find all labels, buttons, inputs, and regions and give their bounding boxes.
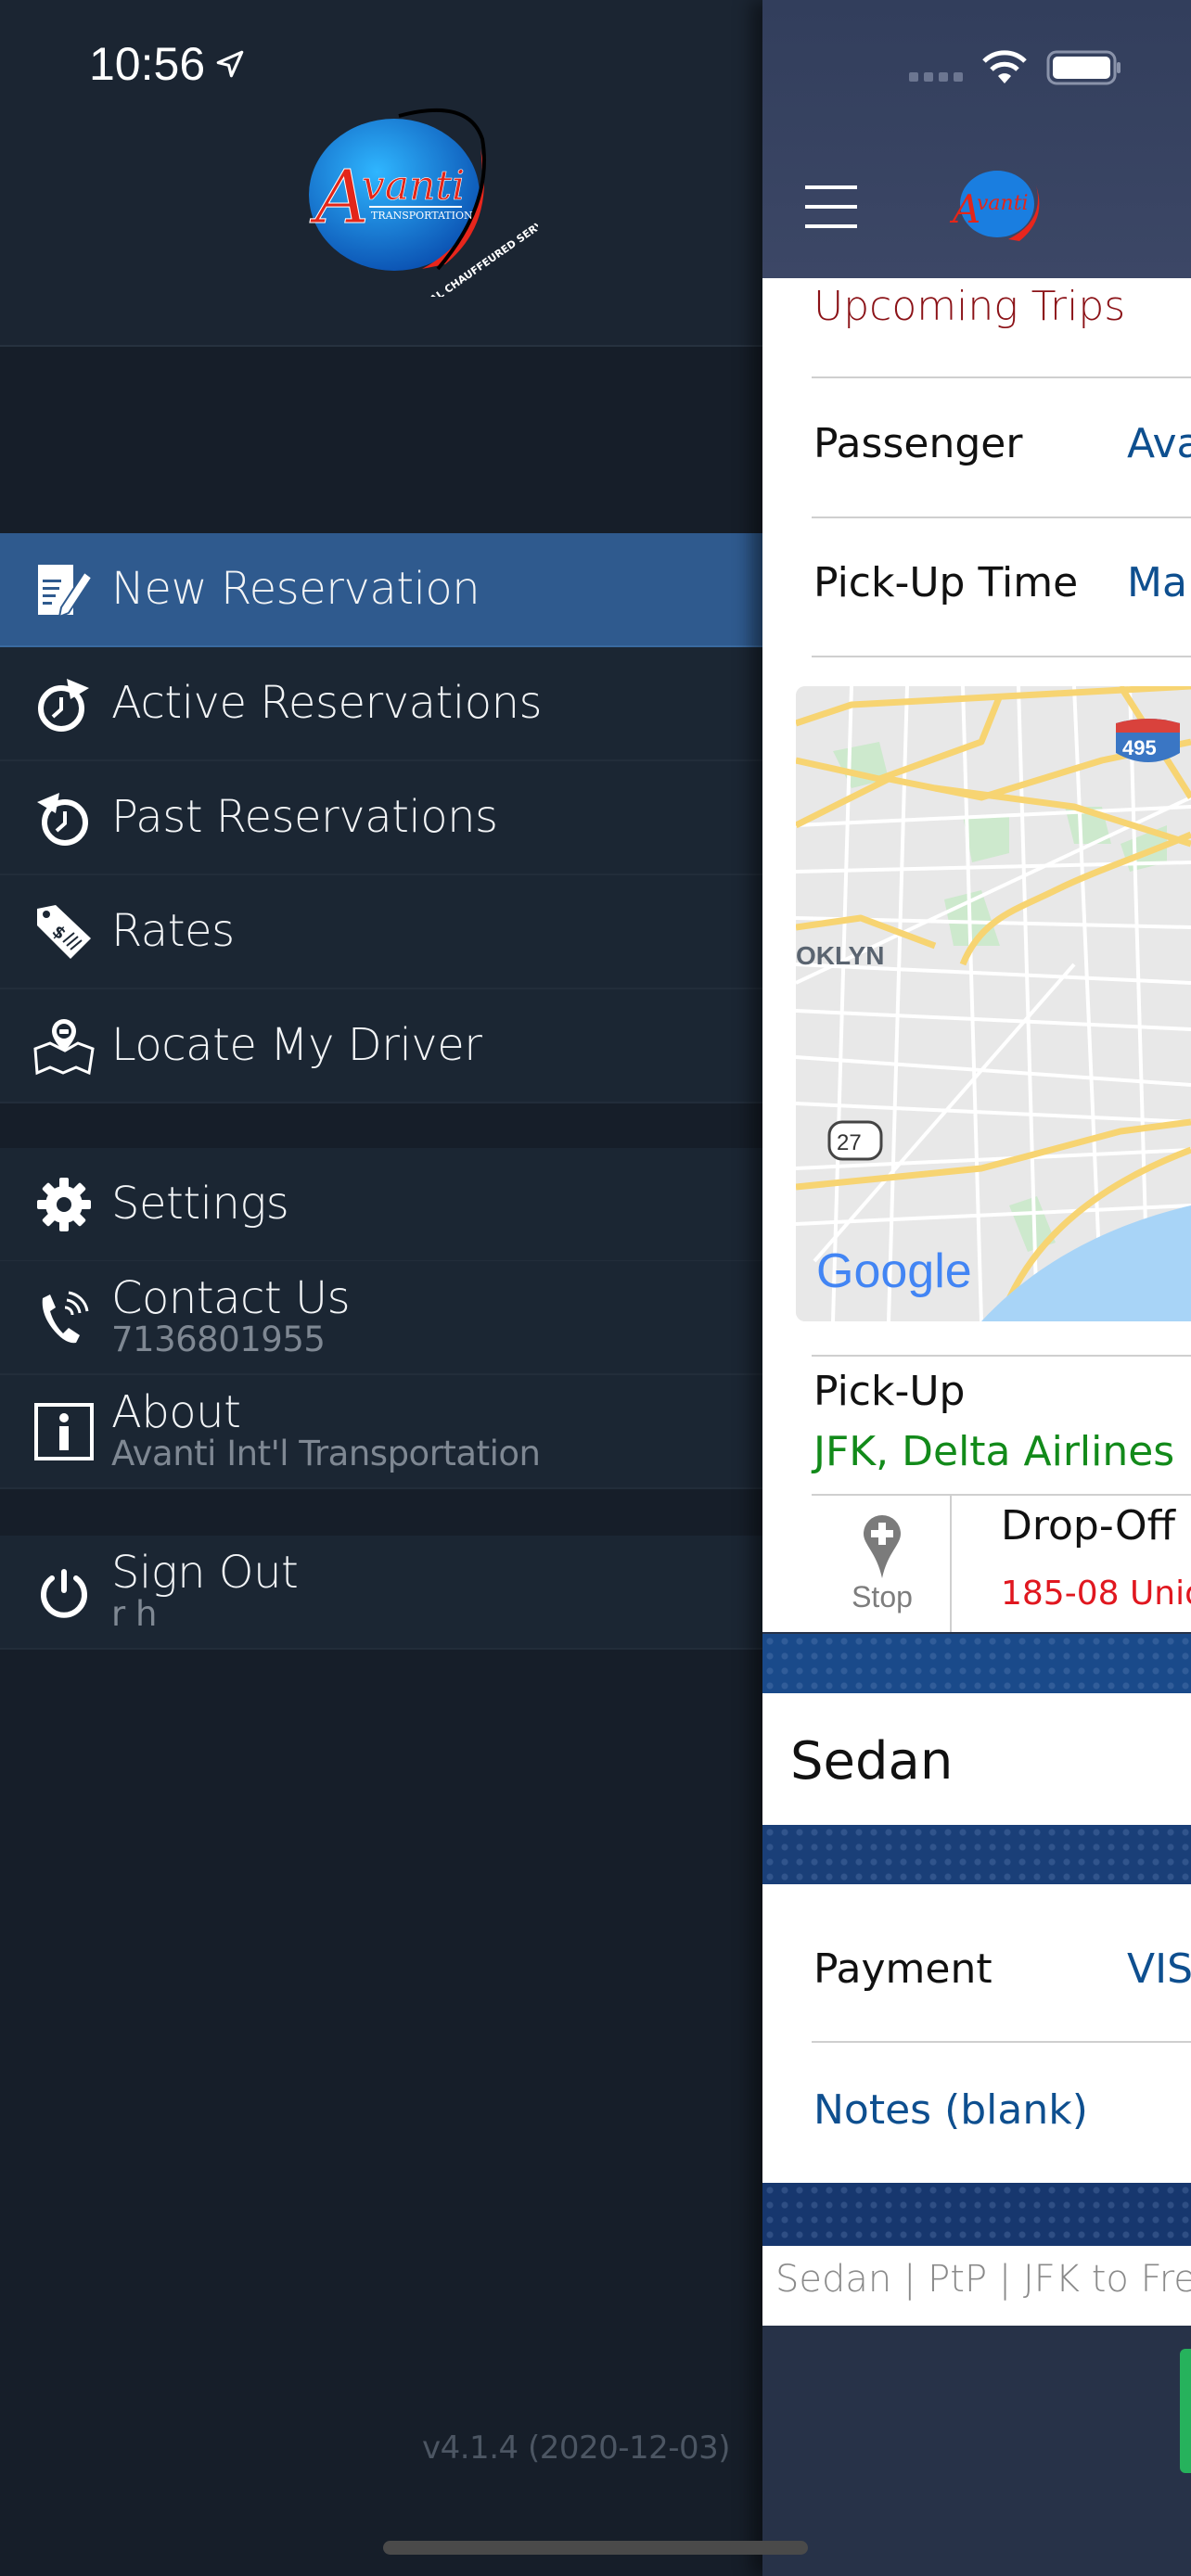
notes-link[interactable]: Notes (blank) [813, 2086, 1088, 2134]
menu-item-contact-us[interactable]: Contact Us 7136801955 [0, 1261, 762, 1375]
app-version: v4.1.4 (2020-12-03) [422, 2429, 731, 2467]
trip-summary: Sedan | PtP | JFK to Fres [775, 2258, 1191, 2301]
cellular-signal-icon [909, 72, 963, 82]
payment-label: Payment [813, 1945, 992, 1993]
menu-item-sign-out[interactable]: Sign Out r h [0, 1536, 762, 1650]
menu-label: Rates [111, 905, 235, 958]
menu-item-new-reservation[interactable]: New Reservation [0, 533, 762, 647]
svg-text:TRANSPORTATION: TRANSPORTATION [371, 210, 473, 222]
pickup-time-label: Pick-Up Time [813, 559, 1079, 606]
decorative-band [762, 1825, 1191, 1884]
pickup-location[interactable]: JFK, Delta Airlines [813, 1428, 1174, 1475]
payment-value[interactable]: VIS [1127, 1945, 1191, 1993]
menu-label: Settings [111, 1178, 289, 1231]
menu-item-rates[interactable]: $ Rates [0, 875, 762, 989]
stop-label: Stop [852, 1579, 913, 1613]
menu-label: Locate My Driver [111, 1019, 482, 1072]
location-arrow-icon [216, 50, 244, 78]
svg-text:vanti: vanti [977, 192, 1029, 215]
drawer-header: 10:56 A vanti TRANSPORTATION GLOBAL CHAU… [0, 0, 762, 347]
google-logo: Google [816, 1244, 972, 1298]
battery-icon [1046, 50, 1121, 85]
menu-item-active-reservations[interactable]: Active Reservations [0, 647, 762, 761]
price-tag-icon: $ [37, 904, 91, 959]
gear-icon [37, 1177, 91, 1231]
divider [812, 2041, 1191, 2043]
avanti-logo-small: A vanti [949, 171, 1040, 241]
clock-back-icon [37, 792, 88, 846]
menu-label: Sign Out [111, 1546, 299, 1599]
navigation-drawer: 10:56 A vanti TRANSPORTATION GLOBAL CHAU… [0, 0, 762, 2576]
passenger-label: Passenger [813, 420, 1023, 467]
hamburger-menu-button[interactable] [805, 185, 857, 228]
dropoff-label: Drop-Off [1001, 1502, 1175, 1549]
main-screen-panel[interactable]: A vanti Upcoming Trips Passenger Ava Pic… [762, 0, 1191, 2576]
svg-text:vanti: vanti [362, 162, 465, 210]
pickup-time-value[interactable]: Ma [1127, 559, 1187, 606]
new-reservation-icon [38, 564, 94, 618]
divider [812, 656, 1191, 657]
add-stop-pin-icon [864, 1514, 901, 1578]
map-area-label: OKLYN [796, 941, 884, 970]
vehicle-type[interactable]: Sedan [790, 1731, 953, 1792]
divider [812, 516, 1191, 518]
menu-label: About [111, 1385, 241, 1438]
avanti-logo: A vanti TRANSPORTATION GLOBAL CHAUFFEURE… [309, 108, 538, 297]
route-shield-label: 27 [837, 1130, 862, 1155]
section-title-upcoming-trips: Upcoming Trips [813, 283, 1126, 330]
home-indicator [383, 2541, 808, 2555]
menu-item-settings[interactable]: Settings [0, 1148, 762, 1262]
divider [812, 376, 1191, 378]
route-map[interactable]: 495 OKLYN 27 Google [796, 686, 1191, 1321]
map-driver-icon [33, 1018, 95, 1075]
wifi-icon [982, 50, 1027, 83]
svg-text:A: A [309, 154, 369, 240]
menu-item-about[interactable]: About Avanti Int'l Transportation [0, 1375, 762, 1489]
decorative-band [762, 2183, 1191, 2246]
menu-item-locate-my-driver[interactable]: Locate My Driver [0, 989, 762, 1103]
menu-label: Active Reservations [111, 677, 543, 730]
user-initials: r h [111, 1594, 157, 1635]
power-icon [41, 1568, 87, 1618]
add-stop-button[interactable]: Stop [814, 1495, 952, 1632]
status-bar-time: 10:56 [89, 37, 246, 91]
company-name: Avanti Int'l Transportation [111, 1434, 541, 1474]
menu-label: Contact Us [111, 1271, 351, 1324]
interstate-label: 495 [1122, 736, 1157, 759]
divider [812, 1355, 1191, 1357]
menu-label: New Reservation [111, 563, 480, 616]
menu-label: Past Reservations [111, 791, 498, 844]
clock-text: 10:56 [89, 38, 206, 90]
passenger-value[interactable]: Ava [1127, 420, 1191, 467]
phone-icon [42, 1291, 89, 1343]
menu-item-past-reservations[interactable]: Past Reservations [0, 761, 762, 875]
clock-forward-icon [38, 678, 89, 732]
payment-card [762, 1884, 1191, 2183]
decorative-band [762, 1634, 1191, 1693]
pickup-label: Pick-Up [813, 1368, 966, 1415]
nav-bar: A vanti [762, 0, 1191, 278]
dropoff-location[interactable]: 185-08 Unio [1001, 1575, 1191, 1613]
info-icon [34, 1402, 94, 1460]
book-button[interactable] [1180, 2349, 1191, 2473]
contact-phone-number: 7136801955 [111, 1320, 326, 1360]
